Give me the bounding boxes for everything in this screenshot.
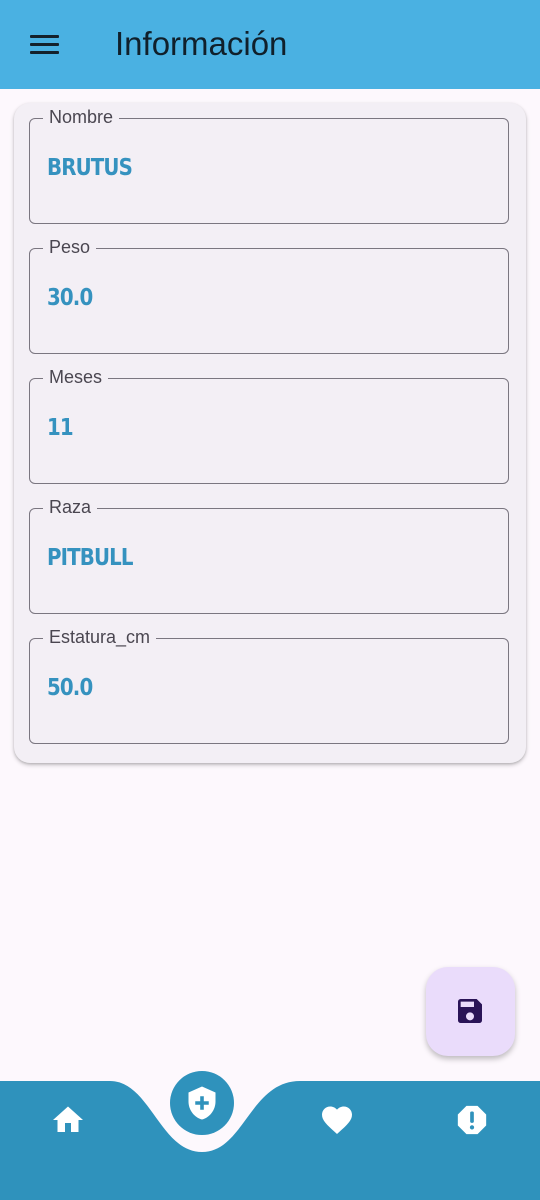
nombre-value: BRUTUS xyxy=(47,155,133,181)
page-title: Información xyxy=(115,25,288,62)
peso-label: Peso xyxy=(43,236,97,258)
raza-label: Raza xyxy=(43,496,98,518)
hamburger-menu-icon-bar xyxy=(30,43,59,46)
nav-alerts[interactable] xyxy=(455,1103,489,1137)
shield-plus-icon xyxy=(188,1086,216,1120)
raza-field[interactable]: Raza PITBULL xyxy=(29,496,509,614)
raza-value: PITBULL xyxy=(47,545,134,571)
estatura-field[interactable]: Estatura_cm 50.0 xyxy=(29,626,509,744)
nav-health[interactable] xyxy=(184,1085,220,1121)
nav-home[interactable] xyxy=(50,1102,86,1138)
home-icon xyxy=(53,1106,83,1132)
meses-field[interactable]: Meses 11 xyxy=(29,366,509,484)
bottom-navigation xyxy=(0,1070,540,1200)
meses-label: Meses xyxy=(43,366,109,388)
hamburger-menu-icon xyxy=(30,35,59,38)
peso-field[interactable]: Peso 30.0 xyxy=(29,236,509,354)
menu-button[interactable] xyxy=(22,26,66,62)
app-bar: Información xyxy=(0,0,540,89)
alert-octagon-icon xyxy=(457,1105,487,1135)
hamburger-menu-icon-bar xyxy=(30,51,59,54)
heart-icon xyxy=(322,1106,352,1135)
estatura-label: Estatura_cm xyxy=(43,626,157,648)
meses-value: 11 xyxy=(47,415,74,441)
nombre-field[interactable]: Nombre BRUTUS xyxy=(29,106,509,224)
save-icon xyxy=(458,999,482,1023)
nav-favorites[interactable] xyxy=(318,1102,356,1138)
estatura-value: 50.0 xyxy=(47,675,93,701)
nombre-label: Nombre xyxy=(43,106,120,128)
save-button[interactable] xyxy=(426,967,515,1056)
pet-info-card: Nombre BRUTUS Peso 30.0 Meses 11 Raza PI… xyxy=(14,103,526,763)
peso-value: 30.0 xyxy=(47,285,93,311)
